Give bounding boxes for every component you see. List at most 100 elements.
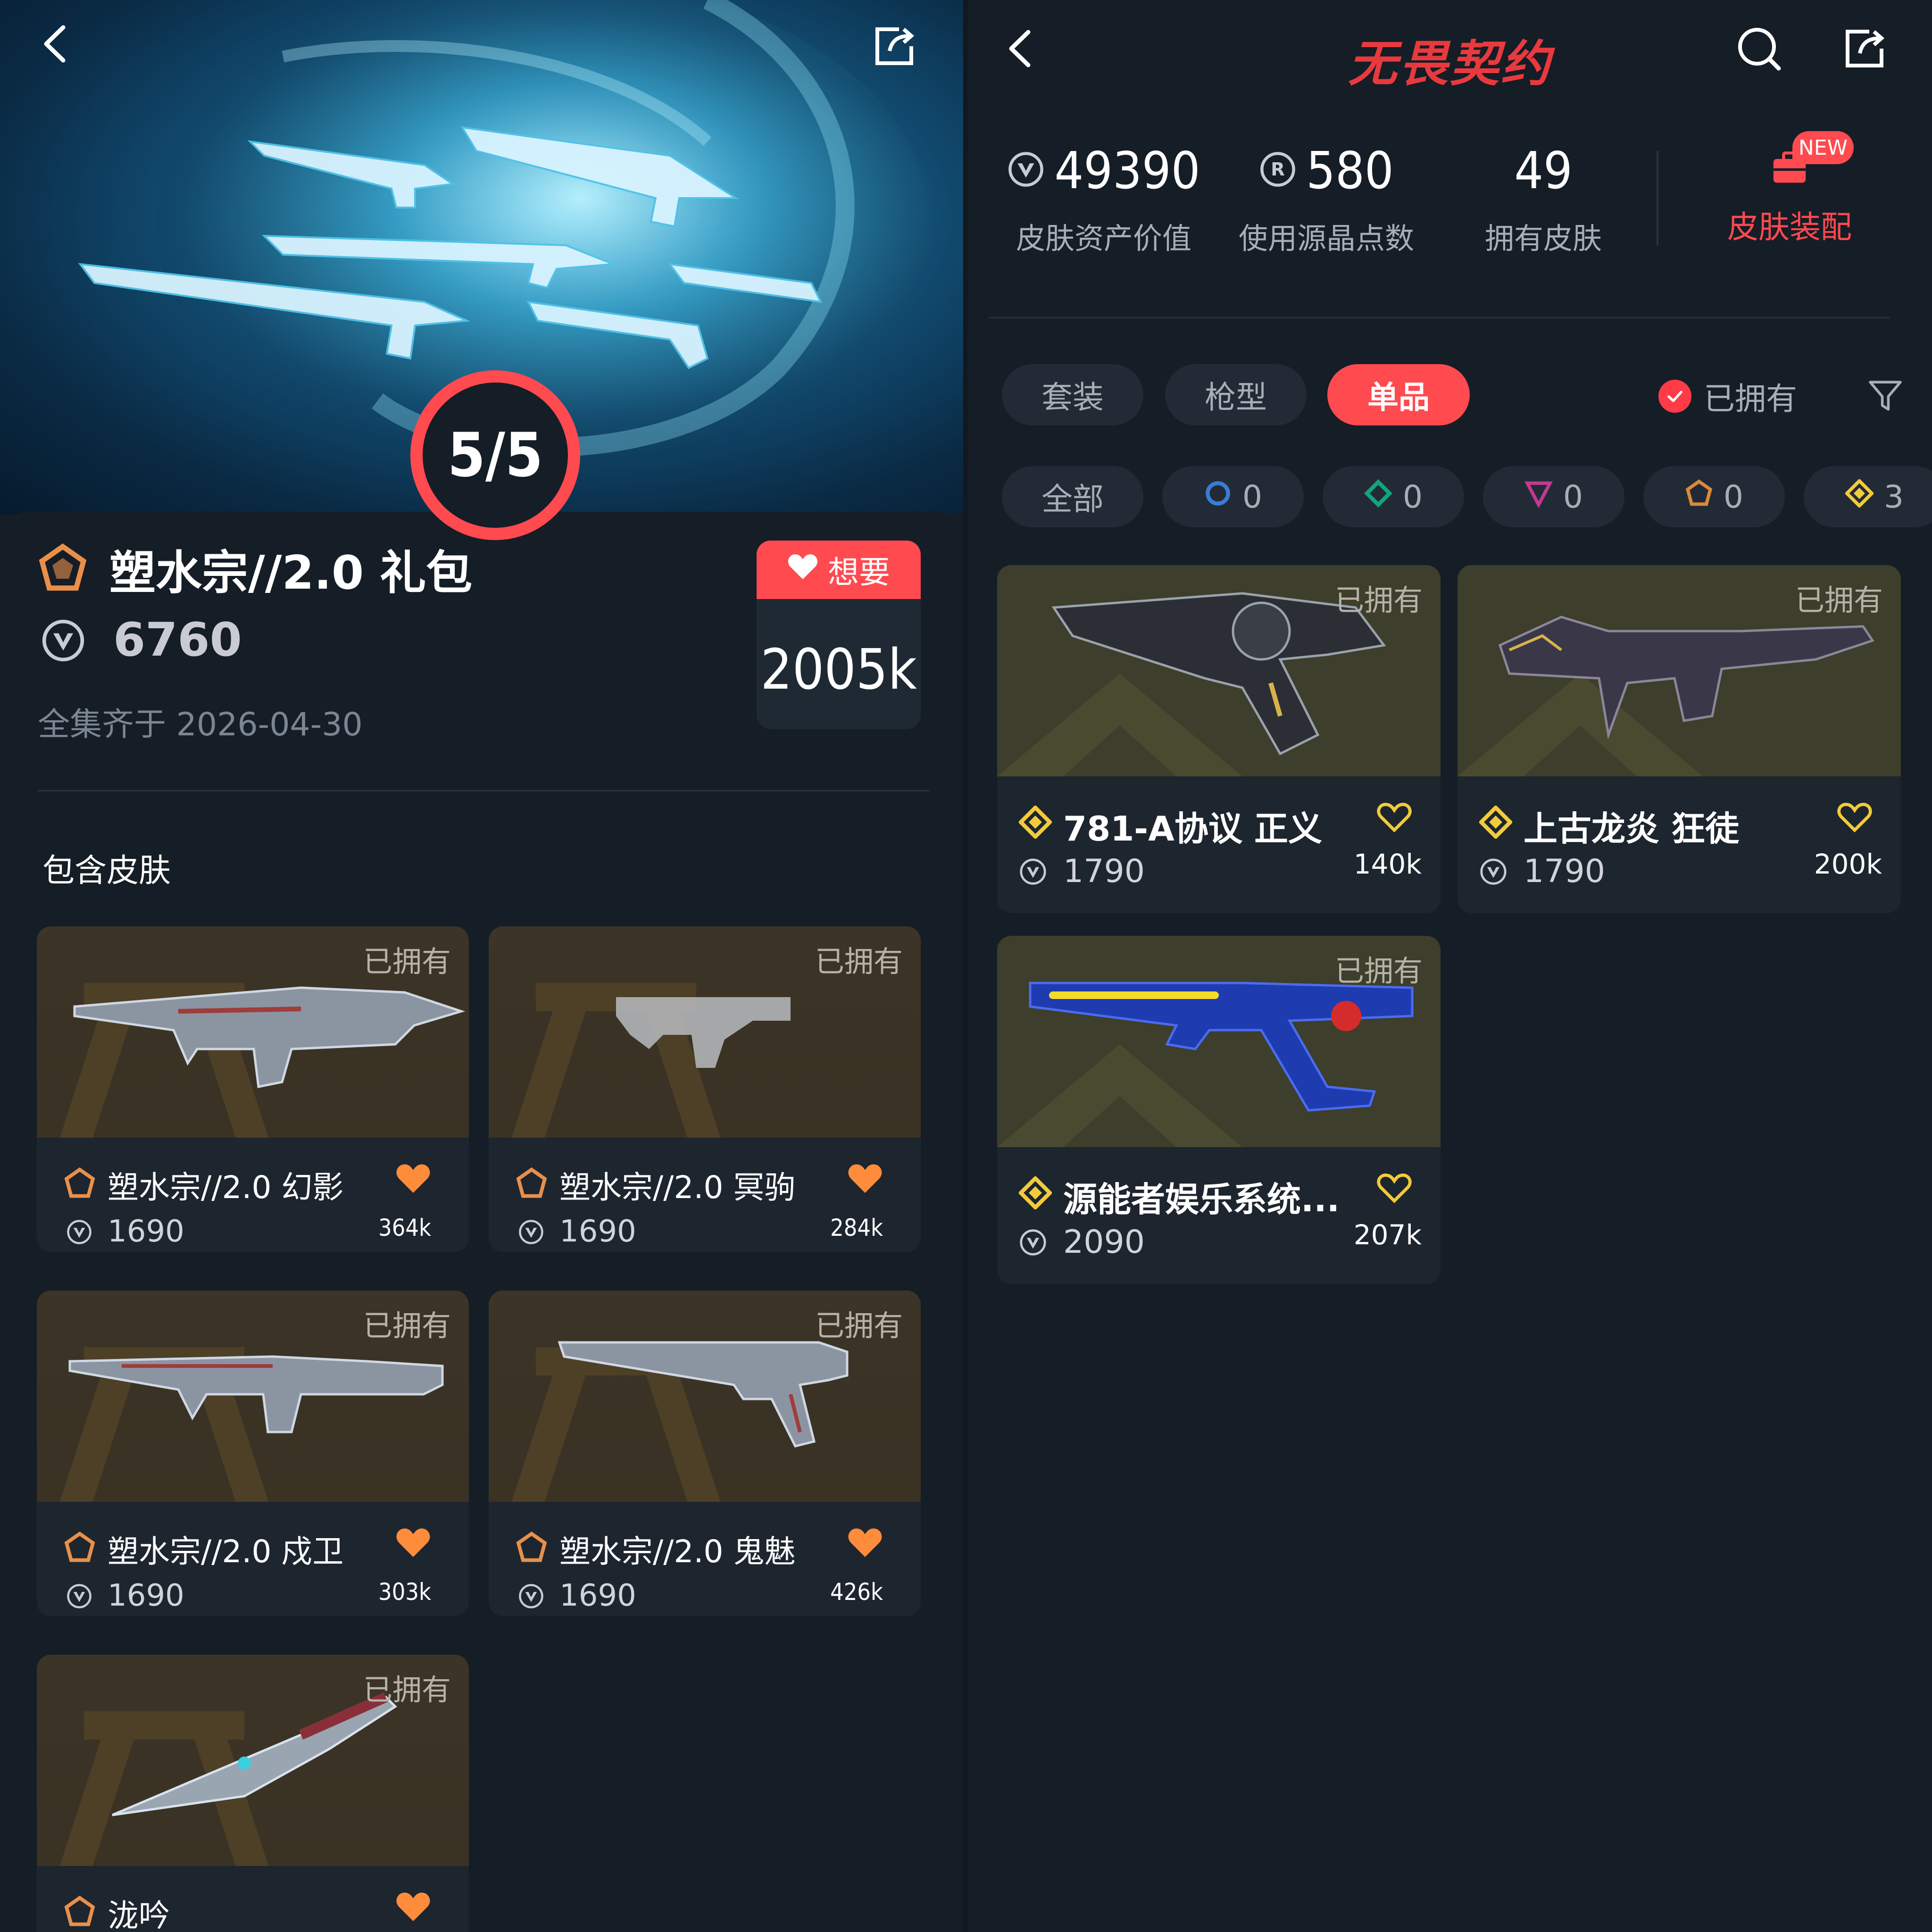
vp-icon [66,1583,92,1611]
briefcase-icon [1768,151,1811,191]
item-name: 781-A协议 正义 [1063,809,1322,849]
owned-label: 已拥有 [363,944,451,979]
heart-icon[interactable] [395,1162,431,1196]
divider [989,317,1890,318]
collection-panel: 无畏契约 49390 皮肤资产价值 R 580 使用源晶点数 49 拥有皮肤 皮… [968,0,1932,1932]
search-icon[interactable] [1733,23,1785,75]
skin-likes: 303k [378,1578,431,1606]
heart-outline-icon[interactable] [1376,1172,1412,1206]
exclusive-tier-icon [1478,805,1513,841]
skin-name: 泷吟 [108,1898,170,1932]
owned-label: 已拥有 [815,944,903,979]
ultra-tier-icon [63,1531,96,1566]
skin-name: 塑水宗//2.0 鬼魅 [559,1533,796,1570]
radianite-icon: R [1259,142,1297,200]
owned-label: 已拥有 [363,1673,451,1707]
vp-icon [1019,858,1047,888]
asset-value-label: 皮肤资产价值 [1016,221,1191,256]
loadout-label: 皮肤装配 [1727,209,1852,245]
vp-icon [66,1219,92,1247]
want-widget: 想要 2005k [757,541,921,729]
tab-single-item[interactable]: 单品 [1327,364,1470,425]
item-likes: 140k [1353,848,1422,880]
heart-icon[interactable] [847,1526,883,1560]
skin-name: 塑水宗//2.0 戍卫 [108,1533,344,1570]
item-price: 1790 [1524,853,1606,890]
share-icon[interactable] [1839,23,1890,75]
tab-weapon-type[interactable]: 枪型 [1165,364,1307,425]
skin-price: 1690 [108,1578,184,1613]
rarity-filter-all[interactable]: 全部 [1002,466,1143,527]
item-name: 源能者娱乐系统... [1063,1180,1340,1219]
ultra-tier-icon [63,1167,96,1202]
owned-skins-value: 49 [1514,142,1573,200]
heart-icon [787,552,818,588]
item-price: 2090 [1063,1224,1145,1261]
checkmark-icon [1658,380,1691,413]
skin-card[interactable]: 已拥有 塑水宗//2.0 幻影 1690 364k [37,926,469,1252]
skin-name: 塑水宗//2.0 冥驹 [559,1169,796,1206]
want-count: 2005k [760,637,917,702]
back-icon[interactable] [34,23,86,75]
skin-image: 已拥有 [489,926,921,1138]
ultra-tier-icon [515,1531,548,1566]
want-button[interactable]: 想要 [757,541,921,599]
new-badge: NEW [1792,131,1854,164]
radianite-value: 580 [1306,142,1394,200]
skin-card[interactable]: 已拥有 塑水宗//2.0 冥驹 1690 284k [489,926,921,1252]
want-label: 想要 [828,554,890,591]
heart-outline-icon[interactable] [1376,801,1412,835]
item-name: 上古龙炎 狂徒 [1524,809,1740,849]
heart-icon[interactable] [847,1162,883,1196]
item-image: 已拥有 [997,936,1441,1147]
tab-bundle[interactable]: 套装 [1002,364,1143,425]
rarity-filter-exclusive[interactable]: 3 [1804,466,1932,527]
vp-icon [518,1583,544,1611]
owned-label: 已拥有 [1795,583,1883,617]
owned-skins-label: 拥有皮肤 [1484,221,1602,256]
bundle-completed-date: 全集齐于 2026-04-30 [38,706,363,743]
item-card[interactable]: 已拥有 上古龙炎 狂徒 1790 200k [1457,565,1901,913]
item-card[interactable]: 已拥有 781-A协议 正义 1790 140k [997,565,1441,913]
rarity-filter-select[interactable]: 0 [1162,466,1304,527]
bundle-price: 6760 [113,613,242,667]
skin-card[interactable]: 已拥有 塑水宗//2.0 鬼魅 1690 426k [489,1291,921,1616]
item-card[interactable]: 已拥有 源能者娱乐系统... 2090 207k [997,936,1441,1284]
radianite-stat: R 580 使用源晶点数 [1223,142,1430,257]
skin-price: 1690 [559,1578,636,1613]
item-price: 1790 [1063,853,1145,890]
ultra-tier-icon [63,1895,96,1930]
heart-icon[interactable] [395,1890,431,1924]
rarity-count: 0 [1724,478,1743,515]
rarity-count: 0 [1403,478,1423,515]
asset-value-stat: 49390 皮肤资产价值 [1005,142,1203,257]
heart-outline-icon[interactable] [1837,801,1873,835]
skin-card[interactable]: 已拥有 塑水宗//2.0 戍卫 1690 303k [37,1291,469,1616]
rarity-filter-deluxe[interactable]: 0 [1323,466,1464,527]
vp-icon [1007,142,1045,200]
rarity-filter-premium[interactable]: 0 [1483,466,1624,527]
skin-price: 1690 [559,1214,636,1249]
rarity-filter-ultra[interactable]: 0 [1643,466,1785,527]
owned-label: 已拥有 [363,1308,451,1343]
rarity-count: 3 [1884,478,1904,515]
divider [1657,151,1658,245]
select-tier-icon [1204,479,1232,515]
collection-progress-badge: 5/5 [410,370,580,540]
bundle-title: 塑水宗//2.0 礼包 [109,546,473,600]
owned-label: 已拥有 [1334,954,1423,988]
skin-name: 塑水宗//2.0 幻影 [108,1169,344,1206]
premium-tier-icon [1524,479,1553,515]
skin-card[interactable]: 已拥有 泷吟 [37,1655,469,1932]
skin-image: 已拥有 [489,1291,921,1502]
heart-icon[interactable] [395,1526,431,1560]
share-icon[interactable] [871,23,923,75]
ultra-tier-icon [515,1167,548,1202]
included-skins-heading: 包含皮肤 [42,852,171,890]
item-image: 已拥有 [997,565,1441,776]
filter-icon[interactable] [1859,370,1911,422]
bundle-detail-panel: 5/5 塑水宗//2.0 礼包 6760 全集齐于 2026-04-30 想要 … [0,0,963,1932]
owned-filter-toggle[interactable]: 已拥有 [1658,374,1797,419]
skin-likes: 284k [830,1214,883,1241]
rarity-count: 0 [1242,478,1262,515]
